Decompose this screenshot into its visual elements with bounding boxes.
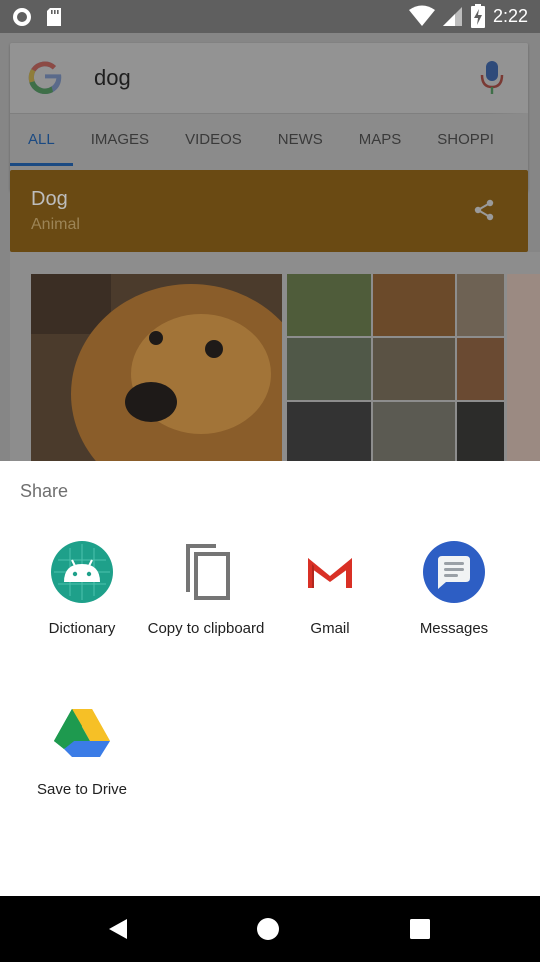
share-icon[interactable] [472, 198, 496, 222]
image-carousel [10, 252, 540, 461]
recents-button[interactable] [380, 896, 460, 962]
search-bar[interactable]: dog [10, 43, 528, 113]
share-target-label: Copy to clipboard [147, 620, 265, 637]
drive-icon [54, 709, 110, 757]
image-thumb[interactable] [287, 402, 371, 461]
image-thumb[interactable] [507, 274, 540, 461]
image-thumb[interactable] [287, 274, 371, 336]
share-sheet: Share Dictionary Copy to clipboard Gmail… [0, 461, 540, 896]
share-target-label: Dictionary [48, 620, 116, 637]
image-thumb[interactable] [373, 338, 455, 400]
android-icon [51, 541, 113, 603]
share-target-gmail[interactable]: Gmail [265, 540, 395, 637]
share-target-label: Save to Drive [36, 781, 128, 798]
search-results-page: dog ALL IMAGES VIDEOS NEWS MAPS SHOPPI D… [0, 33, 540, 461]
image-thumb[interactable] [373, 402, 455, 461]
search-card: dog ALL IMAGES VIDEOS NEWS MAPS SHOPPI [10, 43, 528, 191]
image-thumb[interactable] [457, 402, 504, 461]
knowledge-card-header[interactable]: Dog Animal [10, 170, 528, 252]
wifi-icon [408, 5, 435, 26]
tab-news[interactable]: NEWS [260, 114, 341, 165]
image-grid [287, 274, 504, 461]
share-target-messages[interactable]: Messages [389, 540, 519, 637]
share-target-dictionary[interactable]: Dictionary [17, 540, 147, 637]
search-query[interactable]: dog [94, 65, 131, 91]
image-thumb[interactable] [373, 274, 455, 336]
share-target-label: Messages [419, 620, 489, 637]
recents-icon [410, 919, 430, 939]
home-icon [257, 918, 279, 940]
microphone-icon[interactable] [480, 59, 504, 95]
knowledge-subtitle: Animal [31, 216, 80, 233]
share-target-label: Gmail [310, 620, 350, 637]
search-tabs: ALL IMAGES VIDEOS NEWS MAPS SHOPPI [10, 113, 528, 166]
image-thumb[interactable] [287, 338, 371, 400]
image-thumb[interactable] [457, 338, 504, 400]
tab-all[interactable]: ALL [10, 114, 73, 166]
tab-videos[interactable]: VIDEOS [167, 114, 260, 165]
gmail-icon [308, 556, 352, 588]
sd-card-icon [47, 8, 61, 26]
share-target-copy-to-clipboard[interactable]: Copy to clipboard [141, 540, 271, 637]
copy-icon [186, 544, 230, 600]
messages-icon [423, 541, 485, 603]
back-icon [109, 919, 127, 939]
tab-images[interactable]: IMAGES [73, 114, 167, 165]
tabs-fade [488, 113, 528, 165]
navigation-bar [0, 896, 540, 962]
share-target-save-to-drive[interactable]: Save to Drive [17, 701, 147, 798]
signal-icon [442, 7, 462, 26]
tab-maps[interactable]: MAPS [341, 114, 420, 165]
share-sheet-title: Share [20, 481, 69, 501]
battery-icon [470, 4, 485, 28]
clock: 2:22 [492, 5, 528, 26]
knowledge-title: Dog [31, 188, 68, 210]
back-button[interactable] [78, 896, 158, 962]
dog-photo[interactable] [31, 274, 282, 461]
image-thumb[interactable] [457, 274, 504, 336]
google-logo-icon [28, 61, 62, 95]
record-icon [13, 8, 31, 26]
status-bar: 2:22 [0, 0, 540, 33]
home-button[interactable] [228, 896, 308, 962]
